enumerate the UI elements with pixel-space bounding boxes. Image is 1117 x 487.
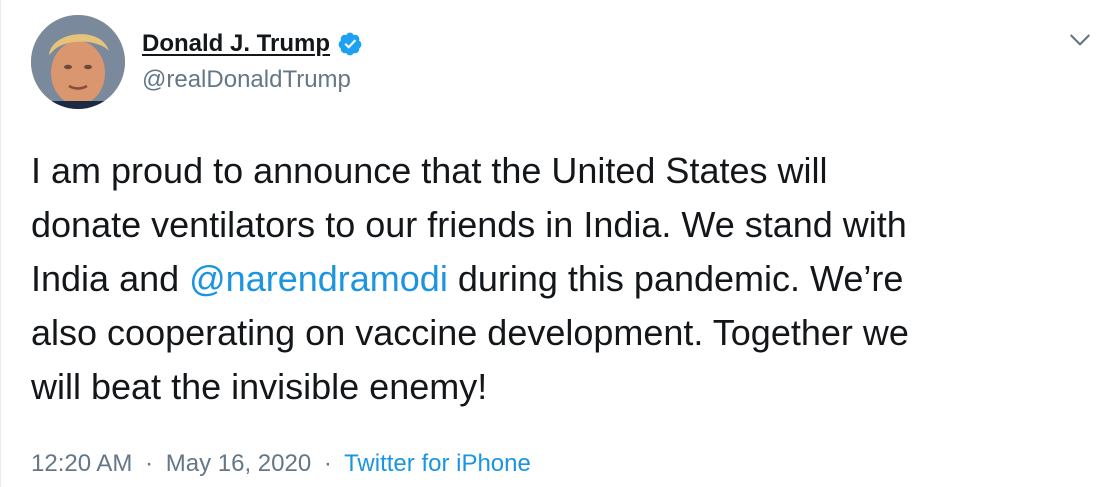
mention-link[interactable]: @narendramodi: [189, 258, 448, 299]
tweet-time[interactable]: 12:20 AM: [31, 450, 132, 477]
chevron-down-icon[interactable]: [1067, 27, 1093, 53]
separator: ·: [145, 450, 154, 477]
display-name[interactable]: Donald J. Trump: [142, 30, 330, 58]
tweet-source-link[interactable]: Twitter for iPhone: [344, 450, 531, 477]
avatar[interactable]: [31, 15, 125, 109]
tweet-card: Donald J. Trump @realDonaldTrump I am pr…: [0, 0, 1117, 487]
tweet-text: I am proud to announce that the United S…: [31, 144, 1101, 414]
tweet-date[interactable]: May 16, 2020: [166, 450, 311, 477]
name-row: Donald J. Trump: [142, 29, 363, 59]
user-handle[interactable]: @realDonaldTrump: [142, 66, 351, 94]
separator: ·: [323, 450, 332, 477]
tweet-metadata: 12:20 AM · May 16, 2020 · Twitter for iP…: [31, 450, 531, 478]
verified-badge-icon: [338, 32, 362, 56]
